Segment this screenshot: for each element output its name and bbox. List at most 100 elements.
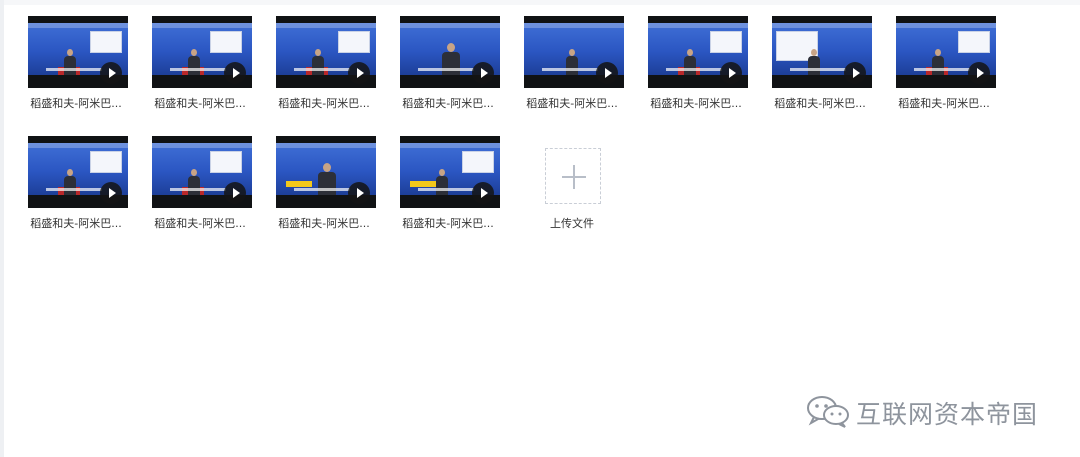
speaker-figure (64, 169, 76, 195)
upload-label[interactable]: 上传文件 (512, 217, 632, 231)
video-thumbnail[interactable] (524, 16, 624, 88)
speaker-figure (808, 49, 820, 75)
play-icon[interactable] (348, 182, 370, 204)
speaker-figure (566, 49, 578, 75)
upload-dropzone[interactable] (524, 136, 624, 208)
play-icon[interactable] (720, 62, 742, 84)
file-name[interactable]: 稻盛和夫-阿米巴... (388, 217, 508, 231)
video-thumbnail[interactable] (276, 136, 376, 208)
speaker-figure (312, 49, 324, 75)
speaker-body (566, 56, 578, 75)
lower-third-tag (286, 181, 312, 187)
play-icon[interactable] (968, 62, 990, 84)
speaker-head (569, 49, 575, 56)
plus-icon-bar (573, 165, 575, 189)
speaker-figure (188, 169, 200, 195)
speaker-figure (684, 49, 696, 75)
speaker-head (191, 169, 197, 176)
top-divider (4, 0, 1080, 5)
file-name[interactable]: 稻盛和夫-阿米巴... (16, 97, 136, 111)
subtitle-bar (170, 68, 226, 71)
projection-screen (90, 31, 122, 53)
video-thumbnail[interactable] (400, 136, 500, 208)
play-icon[interactable] (224, 62, 246, 84)
projection-screen (462, 151, 494, 173)
video-thumbnail[interactable] (152, 16, 252, 88)
speaker-body (64, 176, 76, 195)
projection-screen (958, 31, 990, 53)
video-thumbnail[interactable] (152, 136, 252, 208)
speaker-body (684, 56, 696, 75)
video-thumbnail[interactable] (648, 16, 748, 88)
watermark-text: 互联网资本帝国 (856, 400, 1039, 429)
projection-screen (90, 151, 122, 173)
watermark: 互联网资本帝国 (806, 392, 1056, 432)
projection-screen (210, 31, 242, 53)
file-name[interactable]: 稻盛和夫-阿米巴... (140, 97, 260, 111)
subtitle-bar (666, 68, 722, 71)
speaker-figure (436, 169, 448, 195)
file-name[interactable]: 稻盛和夫-阿米巴... (264, 217, 384, 231)
projection-screen (210, 151, 242, 173)
file-name[interactable]: 稻盛和夫-阿米巴... (16, 217, 136, 231)
play-icon[interactable] (224, 182, 246, 204)
subtitle-bar (914, 68, 970, 71)
banner-strip (152, 23, 252, 28)
speaker-head (67, 49, 73, 56)
play-icon[interactable] (472, 182, 494, 204)
banner-strip (28, 23, 128, 28)
video-thumbnail[interactable] (896, 16, 996, 88)
subtitle-bar (294, 68, 350, 71)
wechat-icon (807, 396, 849, 428)
banner-strip (152, 143, 252, 148)
banner-strip (524, 23, 624, 28)
play-icon[interactable] (100, 62, 122, 84)
lower-third-tag (410, 181, 436, 187)
speaker-head (811, 49, 817, 56)
speaker-head (191, 49, 197, 56)
subtitle-bar (170, 188, 226, 191)
video-thumbnail[interactable] (400, 16, 500, 88)
banner-strip (648, 23, 748, 28)
play-icon[interactable] (472, 62, 494, 84)
file-name[interactable]: 稻盛和夫-阿米巴... (264, 97, 384, 111)
file-name[interactable]: 稻盛和夫-阿米巴... (636, 97, 756, 111)
speaker-body (188, 56, 200, 75)
banner-strip (400, 143, 500, 148)
speaker-figure (64, 49, 76, 75)
video-thumbnail[interactable] (276, 16, 376, 88)
speaker-body (442, 52, 460, 75)
speaker-body (436, 176, 448, 195)
file-name[interactable]: 稻盛和夫-阿米巴... (140, 217, 260, 231)
play-icon[interactable] (100, 182, 122, 204)
video-thumbnail[interactable] (28, 136, 128, 208)
subtitle-bar (542, 68, 598, 71)
video-thumbnail[interactable] (28, 16, 128, 88)
speaker-head (447, 43, 455, 52)
speaker-head (315, 49, 321, 56)
file-name[interactable]: 稻盛和夫-阿米巴... (388, 97, 508, 111)
speaker-head (323, 163, 331, 172)
file-name[interactable]: 稻盛和夫-阿米巴... (760, 97, 880, 111)
upload-button[interactable] (545, 148, 601, 204)
left-divider (0, 0, 4, 457)
file-name[interactable]: 稻盛和夫-阿米巴... (884, 97, 1004, 111)
banner-strip (772, 23, 872, 28)
banner-strip (276, 143, 376, 148)
play-icon[interactable] (596, 62, 618, 84)
speaker-head (935, 49, 941, 56)
speaker-body (64, 56, 76, 75)
speaker-head (439, 169, 445, 176)
play-icon[interactable] (844, 62, 866, 84)
subtitle-bar (294, 188, 350, 191)
subtitle-bar (418, 188, 474, 191)
speaker-body (188, 176, 200, 195)
video-thumbnail[interactable] (772, 16, 872, 88)
subtitle-bar (46, 188, 102, 191)
subtitle-bar (790, 68, 846, 71)
speaker-head (67, 169, 73, 176)
file-name[interactable]: 稻盛和夫-阿米巴... (512, 97, 632, 111)
play-icon[interactable] (348, 62, 370, 84)
projection-screen (710, 31, 742, 53)
banner-strip (896, 23, 996, 28)
